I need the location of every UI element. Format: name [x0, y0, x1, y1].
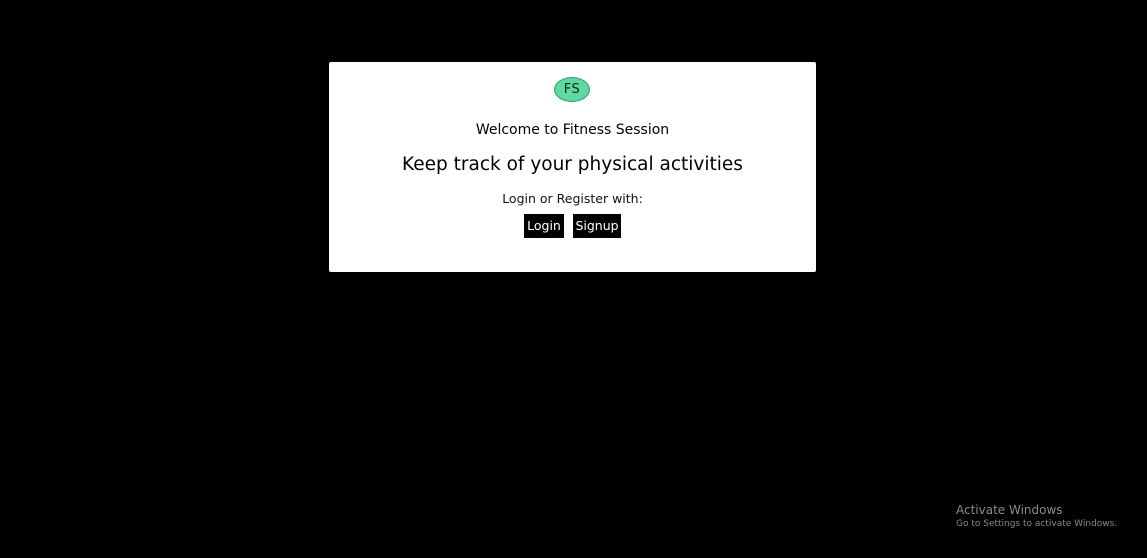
watermark-subtitle: Go to Settings to activate Windows.: [956, 519, 1118, 529]
welcome-card: FS Welcome to Fitness Session Keep track…: [329, 62, 816, 272]
welcome-text: Welcome to Fitness Session: [475, 122, 670, 138]
app-logo: FS: [554, 77, 590, 102]
page-background: FS Welcome to Fitness Session Keep track…: [0, 0, 1147, 558]
watermark-title: Activate Windows: [956, 503, 1063, 517]
page-headline: Keep track of your physical activities: [402, 154, 743, 175]
auth-prompt: Login or Register with:: [502, 191, 643, 206]
windows-activation-watermark: Activate Windows Go to Settings to activ…: [956, 503, 1117, 530]
login-button[interactable]: Login: [524, 214, 564, 238]
signup-button[interactable]: Signup: [573, 214, 621, 238]
